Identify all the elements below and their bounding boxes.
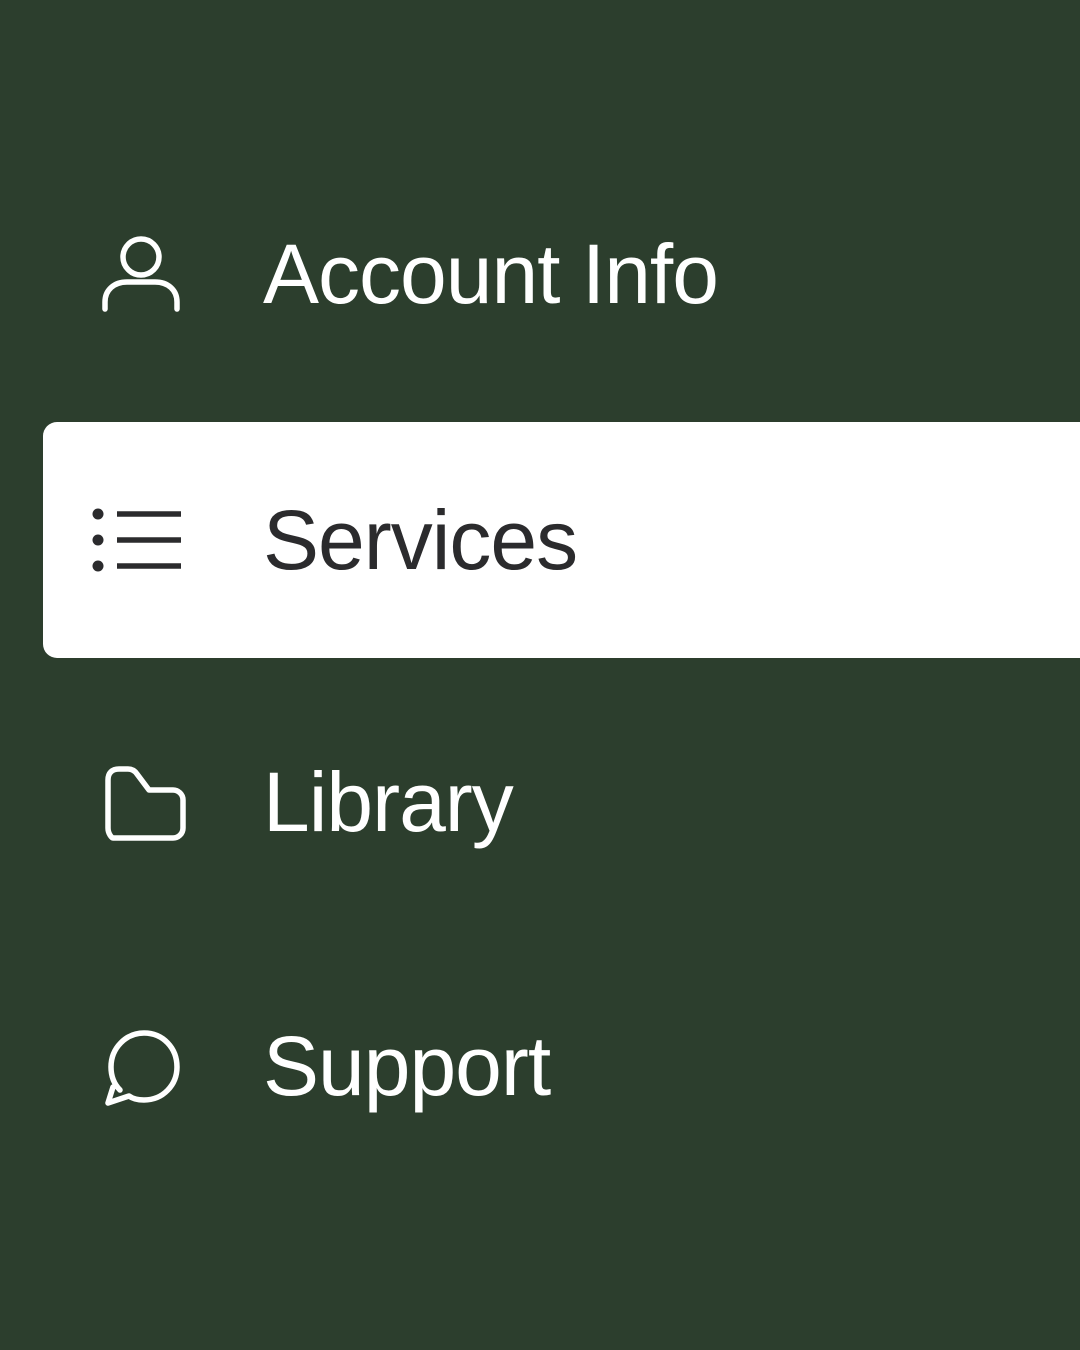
chat-bubble-icon	[87, 1012, 195, 1120]
nav-item-label: Support	[263, 1019, 551, 1113]
nav-item-label: Account Info	[263, 227, 719, 321]
side-navigation: Account Info Services Library Support	[0, 0, 1080, 1350]
nav-item-support[interactable]: Support	[43, 948, 1080, 1184]
nav-item-services[interactable]: Services	[43, 422, 1080, 658]
nav-item-account-info[interactable]: Account Info	[43, 156, 1080, 392]
nav-item-label: Services	[263, 493, 578, 587]
user-icon	[87, 220, 195, 328]
nav-item-library[interactable]: Library	[43, 684, 1080, 920]
folder-icon	[87, 748, 195, 856]
list-icon	[87, 486, 195, 594]
page: Account Info Services Library Support	[0, 0, 1080, 1350]
nav-item-label: Library	[263, 755, 514, 849]
